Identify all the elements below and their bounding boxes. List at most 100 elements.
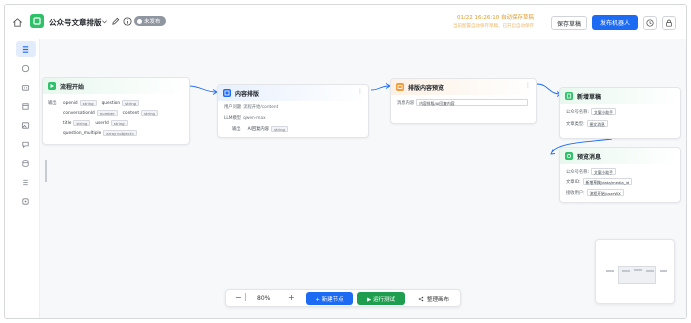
message-node-icon bbox=[396, 83, 404, 91]
chevron-down-icon[interactable] bbox=[100, 17, 108, 26]
sidebar-item-book[interactable] bbox=[16, 98, 36, 114]
info-icon[interactable] bbox=[122, 16, 132, 26]
database-icon bbox=[22, 159, 29, 167]
param-row: openid string question string bbox=[63, 100, 140, 106]
param-type: string bbox=[73, 120, 91, 126]
node-menu-icon[interactable]: ⋮ bbox=[525, 83, 531, 89]
start-output-label: 输出 bbox=[48, 101, 57, 106]
lock-button[interactable] bbox=[662, 16, 676, 30]
workflow-icon bbox=[22, 45, 29, 53]
param-row: conversationId number content string bbox=[63, 110, 158, 116]
node-menu-icon[interactable]: ⋮ bbox=[357, 89, 363, 95]
preview-content-label: 消息内容 bbox=[397, 100, 415, 106]
draft-type-value: 图文消息 bbox=[586, 120, 608, 127]
publish-button[interactable]: 发布机器人 bbox=[592, 15, 638, 30]
node-start[interactable]: 流程开始 输出 openid string question string co… bbox=[42, 77, 190, 145]
draft-node-icon bbox=[565, 92, 573, 100]
book-icon bbox=[22, 102, 29, 110]
save-status-hint: 当前配置自动保存草稿，已开启自动保存 bbox=[453, 24, 534, 29]
param-type: number bbox=[96, 110, 118, 116]
content-output-row: 输出 AI回复内容 string bbox=[232, 126, 288, 132]
history-button[interactable] bbox=[643, 16, 657, 30]
app-name: 公众号文章排版 bbox=[49, 18, 102, 27]
sidebar-item-workflow[interactable] bbox=[15, 41, 36, 57]
content-output-type: string bbox=[271, 126, 288, 132]
zoom-out-button[interactable]: − bbox=[235, 293, 242, 302]
sidebar-item-chat[interactable] bbox=[16, 60, 36, 76]
canvas-toolbar: − 80% + + 新建节点 ▶ 运行测试 整理画布 bbox=[225, 289, 461, 307]
add-node-button[interactable]: + 新建节点 bbox=[306, 292, 353, 305]
minimap-node bbox=[606, 270, 614, 272]
left-sidebar bbox=[13, 41, 38, 221]
home-icon[interactable] bbox=[11, 16, 23, 28]
clock-icon bbox=[646, 19, 654, 27]
preview-msg-article-row: 文章ID: 新增草稿/data/media_id bbox=[566, 178, 633, 185]
content-output-label: 输出 bbox=[232, 127, 241, 132]
edit-icon[interactable] bbox=[110, 16, 120, 26]
chat-icon bbox=[21, 64, 30, 72]
ai-node-icon bbox=[223, 89, 231, 97]
minimap[interactable] bbox=[595, 239, 675, 304]
content-prompt-value: 流程开始/content bbox=[243, 105, 279, 110]
param-row: title string userId string bbox=[63, 120, 128, 126]
node-preview-title: 排版内容预览 bbox=[408, 84, 445, 92]
node-draft-header: 新增草稿 bbox=[560, 88, 680, 104]
node-content-title: 内容排版 bbox=[235, 90, 260, 98]
preview-content-row: 消息内容 内容排版/AI回复内容 bbox=[397, 99, 529, 106]
node-preview-msg-header: 预览消息 bbox=[560, 148, 680, 164]
sidebar-item-comment[interactable] bbox=[16, 136, 36, 152]
node-preview-message[interactable]: 预览消息 公众号名称: 文案小助手 文章ID: 新增草稿/data/media_… bbox=[559, 147, 681, 203]
param-name: content bbox=[122, 110, 140, 116]
preview-msg-account-value: 文案小助手 bbox=[590, 168, 616, 175]
preview-msg-article-label: 文章ID: bbox=[566, 179, 581, 185]
save-status: 01/22 16:26:10 自动保存草稿 当前配置自动保存草稿，已开启自动保存 bbox=[453, 13, 534, 29]
sidebar-item-robot[interactable] bbox=[16, 79, 36, 95]
param-type: string bbox=[79, 100, 97, 106]
status-dot-icon bbox=[137, 18, 142, 24]
sidebar-item-database[interactable] bbox=[16, 155, 36, 171]
minimap-node bbox=[634, 269, 642, 271]
sidebar-item-image[interactable] bbox=[16, 117, 36, 133]
draft-account-value: 文案小助手 bbox=[590, 108, 616, 115]
param-name: question bbox=[101, 100, 121, 106]
param-type: string bbox=[122, 100, 140, 106]
param-name: conversationId bbox=[63, 110, 95, 116]
status-badge-label: 未发布 bbox=[144, 19, 161, 25]
preview-msg-receiver-value: 流程开始/userWX bbox=[586, 189, 624, 196]
content-model-row: LLM模型 qwen-max bbox=[224, 115, 266, 122]
status-badge: 未发布 bbox=[134, 16, 166, 26]
save-status-time: 01/22 16:26:10 自动保存草稿 bbox=[456, 15, 534, 21]
lock-icon bbox=[666, 19, 672, 27]
zoom-in-button[interactable]: + bbox=[288, 293, 295, 302]
draft-account-label: 公众号名称: bbox=[566, 109, 589, 115]
sidebar-resize-handle[interactable] bbox=[45, 160, 47, 182]
param-name: title bbox=[63, 120, 72, 126]
node-add-draft[interactable]: 新增草稿 公众号名称: 文案小助手 文章类型: 图文消息 bbox=[559, 87, 681, 139]
preview-msg-article-value: 新增草稿/data/media_id bbox=[582, 178, 633, 185]
node-start-title: 流程开始 bbox=[60, 83, 85, 91]
tidy-canvas-button[interactable]: 整理画布 bbox=[410, 292, 457, 305]
draft-type-label: 文章类型: bbox=[566, 121, 585, 127]
save-draft-button[interactable]: 保存草稿 bbox=[551, 16, 587, 30]
sidebar-item-settings[interactable] bbox=[16, 193, 36, 209]
minimap-node bbox=[660, 270, 667, 272]
node-content-preview[interactable]: 排版内容预览 ⋮ 消息内容 内容排版/AI回复内容 bbox=[390, 78, 537, 124]
preview-msg-receiver-label: 接收用户: bbox=[566, 190, 585, 196]
run-test-button[interactable]: ▶ 运行测试 bbox=[357, 292, 405, 305]
robot-icon bbox=[21, 84, 30, 91]
param-type: array<object> bbox=[103, 130, 138, 136]
sidebar-item-list[interactable] bbox=[16, 174, 36, 190]
draft-type-row: 文章类型: 图文消息 bbox=[566, 120, 608, 127]
start-node-icon bbox=[48, 82, 56, 90]
preview-msg-receiver-row: 接收用户: 流程开始/userWX bbox=[566, 189, 624, 196]
node-content-header: 内容排版 bbox=[218, 85, 368, 101]
image-icon bbox=[21, 121, 30, 129]
param-name: question_multiple bbox=[63, 130, 102, 136]
node-content-format[interactable]: 内容排版 ⋮ 用户问题 流程开始/content LLM模型 qwen-max … bbox=[217, 84, 369, 138]
param-type: string bbox=[110, 120, 128, 126]
zoom-separator bbox=[245, 293, 246, 301]
param-type: string bbox=[141, 110, 158, 116]
tidy-canvas-label: 整理画布 bbox=[426, 296, 449, 303]
app-logo-icon bbox=[30, 14, 44, 28]
preview-node-icon bbox=[565, 152, 573, 160]
